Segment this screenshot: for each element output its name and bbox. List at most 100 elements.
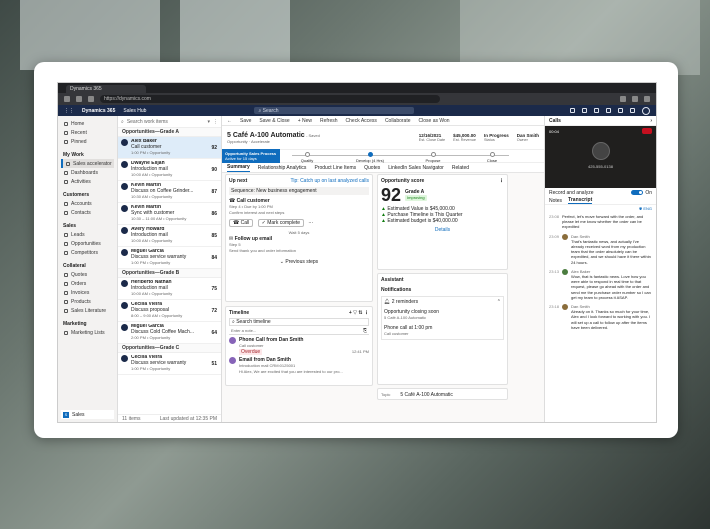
reminder-item[interactable]: Opportunity closing soon 5 Café A-100 Aut… (384, 309, 501, 321)
profile-icon[interactable] (644, 96, 650, 102)
timeline-search[interactable]: ⌕ Search timeline (229, 318, 369, 326)
worklist-items: Opportunities—Grade A Alex Baker Call cust… (118, 128, 221, 375)
record-tab[interactable]: Quotes (364, 165, 380, 171)
sequence-label: Sequence: New business engagement (229, 187, 369, 195)
nav-item[interactable]: Products (61, 297, 114, 306)
more-icon[interactable]: ⋯ (308, 220, 313, 226)
forward-icon[interactable] (76, 96, 82, 102)
worklist-group-header[interactable]: Opportunities—Grade B (118, 269, 221, 278)
extension-icon[interactable] (620, 96, 626, 102)
bpf-stage[interactable]: Develop (4 Hrs) (355, 152, 385, 163)
worklist-group-header[interactable]: Opportunities—Grade C (118, 344, 221, 353)
note-input[interactable]: Enter a note... ⎘ (229, 328, 369, 335)
score-details-link[interactable]: Details (381, 227, 504, 233)
mark-complete-button[interactable]: ✓ Mark complete (257, 219, 305, 227)
app-launcher-icon[interactable]: ⋮⋮ (64, 108, 74, 114)
nav-item-2[interactable]: Pinned (61, 137, 114, 146)
command-button[interactable]: Close as Won (419, 118, 450, 124)
back-icon[interactable] (64, 96, 70, 102)
nav-item[interactable]: Contacts (61, 208, 114, 217)
worklist-item[interactable]: Kevin Martin Sync with customer 10:30 – 11… (118, 203, 221, 225)
bpf-stage[interactable]: Qualify (292, 152, 322, 163)
worklist-item[interactable]: Miguel Garcia Discuss Cold Coffee Mach...… (118, 322, 221, 344)
worklist-item[interactable]: Dwayne Elijah Introduction mail 10:00 AM •… (118, 159, 221, 181)
nav-item[interactable]: Activities (61, 177, 114, 186)
nav-item[interactable]: Leads (61, 230, 114, 239)
worklist-item[interactable]: Cecilia Vieira Discuss service warranty 1:… (118, 353, 221, 375)
timeline-actions[interactable]: + ▽ ⇅ ⋮ (349, 310, 369, 316)
worklist-group-header[interactable]: Opportunities—Grade A (118, 128, 221, 137)
nav-item[interactable]: Accounts (61, 199, 114, 208)
record-tab[interactable]: Related (452, 165, 469, 171)
add-icon[interactable] (582, 108, 587, 113)
nav-item[interactable]: Competitors (61, 248, 114, 257)
command-button[interactable]: + New (298, 118, 312, 124)
address-bar[interactable]: https://dynamics.com (100, 95, 440, 103)
filter-icon[interactable]: ▾ (207, 119, 210, 125)
filter-icon[interactable] (594, 108, 599, 113)
worklist-item[interactable]: Kevin Martin Discuss on Coffee Grinder...… (118, 181, 221, 203)
back-icon[interactable]: ← (227, 118, 232, 124)
area-switcher[interactable]: S Sales (61, 410, 114, 419)
help-icon[interactable] (618, 108, 623, 113)
nav-item[interactable]: Sales accelerator (61, 159, 114, 168)
mark-complete-label: Mark complete (267, 220, 301, 226)
worklist-item[interactable]: Alex Baker Call customer 1:00 PM • Opportu… (118, 137, 221, 159)
reminder-item[interactable]: Phone call at 1:00 pm Call customer (384, 325, 501, 337)
command-button[interactable]: Collaborate (385, 118, 411, 124)
call-button[interactable]: ☎ Call (229, 219, 254, 227)
global-search[interactable]: ⌕ Search (254, 107, 415, 114)
worklist-search[interactable]: ⌕ Search work items ▾ ⋮ (118, 116, 221, 128)
record-tab[interactable]: Summary (227, 164, 250, 172)
call-subtab[interactable]: Transcript (568, 197, 593, 204)
timeline-entry[interactable]: Email from Dan Smith Introduction mail CR… (229, 357, 369, 375)
record-tab[interactable]: Product Line Items (314, 165, 356, 171)
command-button[interactable]: Save (240, 118, 251, 124)
chat-icon[interactable] (630, 108, 635, 113)
record-tab[interactable]: Relationship Analytics (258, 165, 307, 171)
bpf-stage[interactable]: Propose (418, 152, 448, 163)
topic-value[interactable]: 5 Café A-100 Automatic (400, 392, 453, 398)
lightbulb-icon[interactable] (570, 108, 575, 113)
nav-item[interactable]: Sales Literature (61, 306, 114, 315)
more-icon[interactable]: ⋮ (499, 178, 504, 184)
nav-item[interactable]: Invoices (61, 288, 114, 297)
refresh-icon[interactable] (88, 96, 94, 102)
close-icon[interactable]: › (650, 118, 652, 124)
nav-item[interactable]: Dashboards (61, 168, 114, 177)
record-tab[interactable]: LinkedIn Sales Navigator (388, 165, 444, 171)
worklist-search-placeholder: Search work items (126, 118, 168, 125)
worklist-item[interactable]: Avery Howard Introduction mail 10:00 AM • … (118, 225, 221, 247)
nav-item-1[interactable]: Recent (61, 128, 114, 137)
chevron-up-icon[interactable]: ⌃ (497, 299, 501, 305)
timeline-entry[interactable]: Phone Call from Dan Smith Call customer Ov… (229, 337, 369, 355)
command-button[interactable]: Refresh (320, 118, 338, 124)
language-selector[interactable]: 🌐︎ ENG (545, 205, 656, 212)
nav-item-0[interactable]: Home (61, 119, 114, 128)
nav-item[interactable]: Quotes (61, 270, 114, 279)
favorites-icon[interactable] (632, 96, 638, 102)
worklist-item[interactable]: Heriberto Nathan Introduction mail 10:00 A… (118, 278, 221, 300)
attach-icon[interactable]: ⎘ (363, 328, 367, 334)
nav-item[interactable]: Marketing Lists (61, 328, 114, 337)
more-icon[interactable]: ⋮ (213, 119, 218, 125)
worklist-item[interactable]: Cecilia Vieira Discuss proposal 8:00 – 9:0… (118, 300, 221, 322)
hang-up-button[interactable] (642, 128, 652, 134)
user-avatar[interactable] (642, 106, 650, 115)
previous-steps-button[interactable]: ⌄ Previous steps (229, 259, 369, 265)
command-button[interactable]: Save & Close (259, 118, 289, 124)
call-subtab[interactable]: Notes (549, 198, 562, 204)
avatar (121, 249, 128, 256)
record-toggle[interactable] (631, 190, 644, 195)
bpf-stage[interactable]: Close (477, 152, 507, 163)
command-button[interactable]: Check Access (346, 118, 377, 124)
app-area[interactable]: Sales Hub (123, 108, 146, 114)
worklist-item[interactable]: Miguel Garcia Discuss service warranty 1:0… (118, 247, 221, 269)
settings-icon[interactable] (606, 108, 611, 113)
bpf-active-stage[interactable]: Opportunity Sales Process Active for 15 … (222, 149, 280, 163)
up-next-tip[interactable]: Tip: Catch up on last analyzed calls (291, 178, 369, 184)
nav-item[interactable]: Opportunities (61, 239, 114, 248)
browser-tab[interactable]: Dynamics 365 (66, 85, 146, 93)
app-brand[interactable]: Dynamics 365 (82, 108, 115, 114)
nav-item[interactable]: Orders (61, 279, 114, 288)
